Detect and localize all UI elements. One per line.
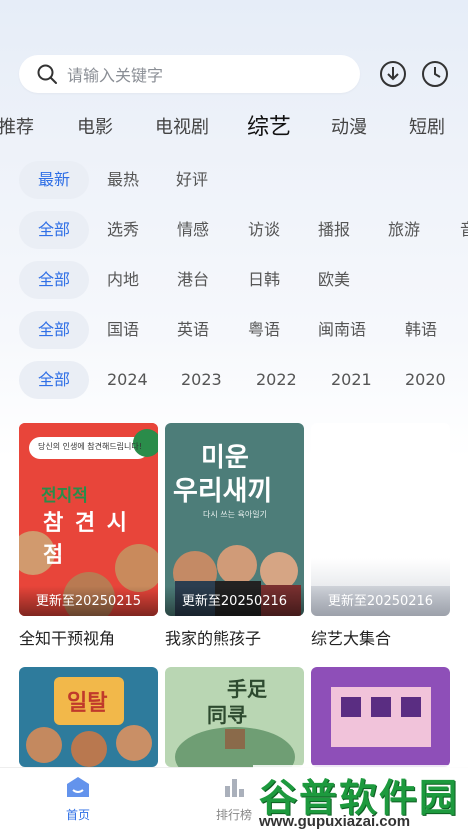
filter-chip[interactable]: 音 [460, 211, 468, 249]
filter-chip[interactable]: 全部 [19, 261, 89, 299]
filter-chip[interactable]: 访谈 [248, 211, 280, 249]
filter-chip[interactable]: 好评 [176, 161, 208, 199]
tab-variety[interactable]: 综艺 [247, 112, 291, 144]
poster-title: 일탈 [67, 691, 108, 716]
tab-movie[interactable]: 电影 [77, 112, 113, 144]
filter-chip[interactable]: 旅游 [388, 211, 420, 249]
filter-chip[interactable]: 最新 [19, 161, 89, 199]
update-badge: 更新至20250216 [311, 586, 450, 616]
filter-chip[interactable]: 全部 [19, 311, 89, 349]
filter-chip[interactable]: 2024 [107, 361, 148, 399]
poster-image: 手足 同寻 [165, 667, 304, 767]
filter-year: 全部 2024 2023 2022 2021 2020 [19, 361, 468, 399]
poster-title: 同寻 [207, 703, 247, 727]
poster-image: 당신의 인생에 참견해드립니다! 전지적 참 견 시 점 更新至20250215 [19, 423, 158, 616]
filter-sort: 最新 最热 好评 [19, 161, 468, 199]
tab-short-drama[interactable]: 短剧 [409, 112, 445, 144]
poster-title-small: 전지적 [41, 486, 88, 506]
poster-image [311, 667, 450, 767]
filter-chip[interactable]: 情感 [177, 211, 209, 249]
filter-chip[interactable]: 欧美 [318, 261, 350, 299]
search-row: 请输入关键字 [19, 55, 459, 93]
poster-title: 참 견 시 점 [43, 511, 130, 568]
filter-chip[interactable]: 英语 [177, 311, 209, 349]
poster-image: 미운 우리새끼 다시 쓰는 육아일기 更新至20250216 [165, 423, 304, 616]
site-watermark: 谷普软件园 www.gupuxiazai.com [253, 765, 468, 833]
tab-tv[interactable]: 电视剧 [155, 112, 209, 144]
filter-chip[interactable]: 韩语 [405, 311, 437, 349]
nav-home[interactable]: 首页 [48, 776, 108, 823]
poster-title-small: 手足 [227, 677, 267, 701]
category-tabs: 推荐 电影 电视剧 综艺 动漫 短剧 [0, 112, 468, 144]
poster-caption: 다시 쓰는 육아일기 [203, 510, 267, 519]
update-badge: 更新至20250215 [19, 586, 158, 616]
card-title: 全知干预视角 [19, 629, 116, 648]
card-title: 综艺大集合 [311, 629, 392, 648]
tab-anime[interactable]: 动漫 [331, 112, 367, 144]
tab-recommend[interactable]: 推荐 [0, 112, 34, 144]
filter-chip[interactable]: 选秀 [107, 211, 139, 249]
filter-chip[interactable]: 2023 [181, 361, 222, 399]
filter-chip[interactable]: 闽南语 [318, 311, 366, 349]
filter-language: 全部 国语 英语 粤语 闽南语 韩语 [19, 311, 468, 349]
filter-chip[interactable]: 日韩 [248, 261, 280, 299]
ranking-icon [222, 776, 246, 802]
filter-chip[interactable]: 粤语 [248, 311, 280, 349]
search-input[interactable]: 请输入关键字 [67, 62, 163, 86]
poster-image: 更新至20250216 [311, 423, 450, 616]
update-badge: 更新至20250216 [165, 586, 304, 616]
download-icon[interactable] [379, 60, 407, 88]
filter-chip[interactable]: 最热 [107, 161, 139, 199]
filter-chip[interactable]: 2021 [331, 361, 372, 399]
poster-title: 우리새끼 [173, 476, 273, 507]
filter-type: 全部 选秀 情感 访谈 播报 旅游 音 [19, 211, 468, 249]
filter-region: 全部 内地 港台 日韩 欧美 [19, 261, 468, 299]
history-clock-icon[interactable] [421, 60, 449, 88]
home-icon [66, 776, 90, 802]
poster-caption: 당신의 인생에 참견해드립니다! [38, 442, 142, 451]
filter-chip[interactable]: 2020 [405, 361, 446, 399]
filter-chip[interactable]: 全部 [19, 211, 89, 249]
poster-image: 일탈 [19, 667, 158, 767]
watermark-url: www.gupuxiazai.com [259, 813, 411, 830]
search-bar[interactable]: 请输入关键字 [19, 55, 360, 93]
filter-chip[interactable]: 港台 [177, 261, 209, 299]
filter-chip[interactable]: 内地 [107, 261, 139, 299]
filter-chip[interactable]: 播报 [318, 211, 350, 249]
filter-chip[interactable]: 全部 [19, 361, 89, 399]
nav-home-label: 首页 [65, 808, 90, 822]
filter-chip[interactable]: 国语 [107, 311, 139, 349]
search-icon [36, 63, 58, 85]
filter-chip[interactable]: 2022 [256, 361, 297, 399]
card-title: 我家的熊孩子 [165, 629, 262, 648]
